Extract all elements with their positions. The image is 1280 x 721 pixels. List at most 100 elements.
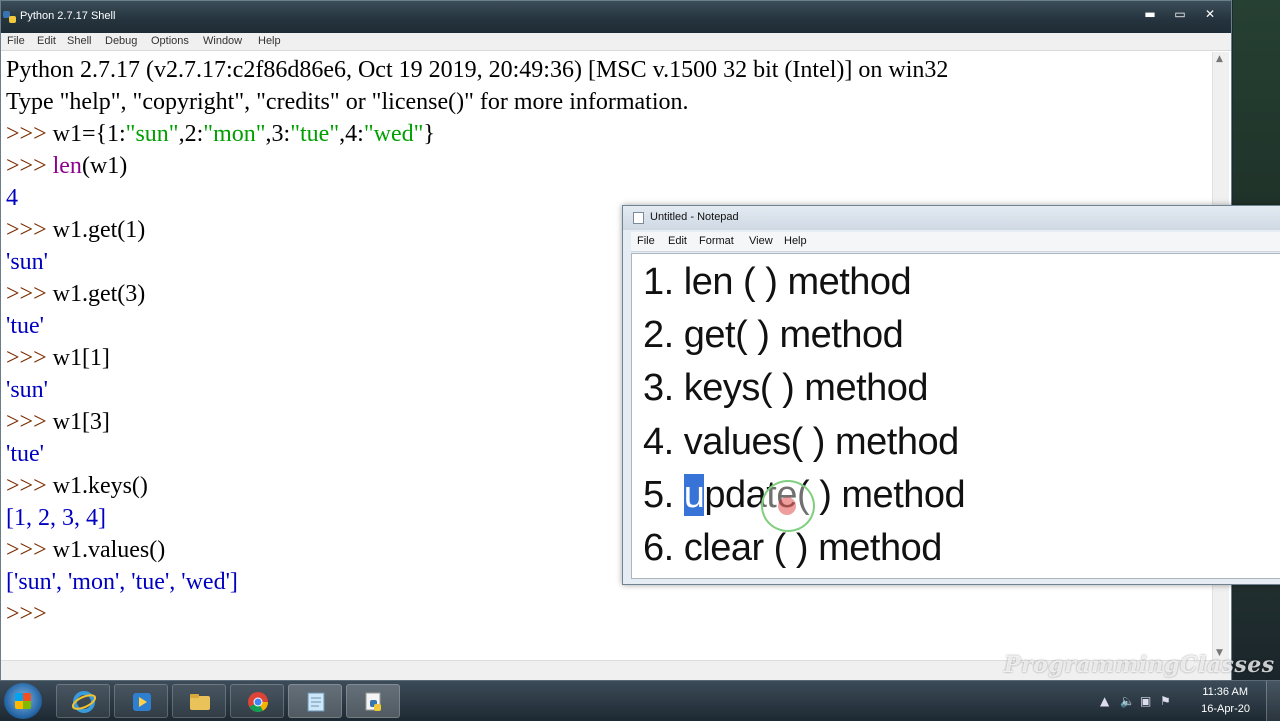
line-number: 5. (643, 474, 684, 516)
idle-window-title: Python 2.7.17 Shell (20, 10, 116, 22)
network-icon[interactable]: ▣ (1140, 694, 1151, 708)
prompt: >>> (6, 121, 53, 147)
clock-time[interactable]: 11:36 AM (1202, 686, 1248, 698)
volume-icon[interactable]: 🔈 (1120, 694, 1135, 708)
string: "sun" (125, 121, 179, 147)
prompt: >>> (6, 153, 53, 179)
shell-line-get3: >>> w1.get(3) (6, 279, 145, 309)
output-line: 4 (6, 185, 18, 211)
taskbar-chrome[interactable] (230, 684, 284, 718)
show-hidden-icons-icon[interactable]: ▲ (1100, 694, 1109, 708)
prompt: >>> (6, 473, 53, 499)
shell-line-index3: >>> w1[3] (6, 407, 110, 437)
prompt: >>> (6, 281, 53, 307)
clock-date[interactable]: 16-Apr-20 (1201, 703, 1250, 715)
line-text: pdate( ) method (704, 474, 966, 516)
code: w1.get(3) (52, 281, 146, 307)
notepad-titlebar[interactable]: Untitled - Notepad (623, 206, 1280, 230)
shell-line-index1: >>> w1[1] (6, 343, 110, 373)
windows-logo-icon (15, 693, 31, 709)
code: w1.keys() (52, 473, 148, 499)
banner-line-2: Type "help", "copyright", "credits" or "… (6, 89, 689, 115)
notepad-menu-format[interactable]: Format (699, 235, 734, 247)
builtin: len (52, 153, 82, 179)
taskbar-notepad[interactable] (288, 684, 342, 718)
taskbar-python-idle[interactable] (346, 684, 400, 718)
notepad-line: 2. get( ) method (643, 314, 904, 356)
active-prompt[interactable]: >>> (6, 599, 53, 629)
output-line: 'sun' (6, 377, 48, 403)
output-line: [1, 2, 3, 4] (6, 505, 106, 531)
code: w1={1: (52, 121, 126, 147)
mouse-click-indicator (778, 497, 796, 515)
code: } (423, 121, 435, 147)
python-app-icon (365, 692, 381, 711)
code: ,3: (265, 121, 291, 147)
code: w1.values() (52, 537, 166, 563)
shell-line-values: >>> w1.values() (6, 535, 165, 565)
show-desktop-button[interactable] (1266, 681, 1280, 721)
scroll-up-icon[interactable]: ▲ (1216, 54, 1223, 64)
menu-file[interactable]: File (7, 35, 25, 47)
menu-shell[interactable]: Shell (67, 35, 91, 47)
minimize-button[interactable]: ▬ (1135, 5, 1165, 23)
prompt: >>> (6, 409, 53, 435)
code: w1[3] (52, 409, 110, 435)
code: ,2: (178, 121, 204, 147)
menu-options[interactable]: Options (151, 35, 189, 47)
output-line: 'tue' (6, 441, 44, 467)
python-icon (3, 11, 16, 23)
notepad-icon (633, 212, 644, 224)
code: ,4: (339, 121, 364, 147)
output-line: 'tue' (6, 313, 44, 339)
idle-titlebar[interactable]: Python 2.7.17 Shell ▬ ▭ ✕ (1, 1, 1231, 33)
taskbar-file-explorer[interactable] (172, 684, 226, 718)
output-line: ['sun', 'mon', 'tue', 'wed'] (6, 569, 238, 595)
start-button[interactable] (4, 683, 42, 719)
shell-line-len: >>> len(w1) (6, 151, 127, 181)
string: "wed" (363, 121, 424, 147)
output-line: 'sun' (6, 249, 48, 275)
string: "tue" (290, 121, 340, 147)
shell-line-dict: >>> w1={1:"sun",2:"mon",3:"tue",4:"wed"} (6, 119, 435, 149)
taskbar-media-player[interactable] (114, 684, 168, 718)
notepad-menu-view[interactable]: View (749, 235, 773, 247)
idle-menubar: File Edit Shell Debug Options Window Hel… (1, 33, 1231, 51)
taskbar: ▲ 🔈 ▣ ⚑ 11:36 AM 16-Apr-20 (0, 680, 1280, 721)
notepad-text-area[interactable]: 1. len ( ) method 2. get( ) method 3. ke… (631, 253, 1280, 579)
menu-edit[interactable]: Edit (37, 35, 56, 47)
code: (w1) (81, 153, 128, 179)
folder-icon (190, 694, 210, 710)
notepad-window-title: Untitled - Notepad (650, 211, 739, 223)
code: w1.get(1) (52, 217, 146, 243)
maximize-button[interactable]: ▭ (1165, 5, 1195, 23)
media-player-icon (133, 693, 151, 711)
shell-line-get1: >>> w1.get(1) (6, 215, 145, 245)
notepad-menu-edit[interactable]: Edit (668, 235, 687, 247)
internet-explorer-icon (72, 691, 96, 713)
notepad-line: 4. values( ) method (643, 421, 959, 463)
prompt: >>> (6, 345, 53, 371)
notepad-line: 3. keys( ) method (643, 367, 929, 409)
menu-debug[interactable]: Debug (105, 35, 137, 47)
shell-line-keys: >>> w1.keys() (6, 471, 148, 501)
code: w1[1] (52, 345, 110, 371)
banner-line-1: Python 2.7.17 (v2.7.17:c2f86d86e6, Oct 1… (6, 57, 949, 83)
notepad-menu-file[interactable]: File (637, 235, 655, 247)
taskbar-internet-explorer[interactable] (56, 684, 110, 718)
system-tray: ▲ 🔈 ▣ ⚑ 11:36 AM 16-Apr-20 (1090, 681, 1280, 721)
notepad-menu-help[interactable]: Help (784, 235, 807, 247)
notepad-app-icon (307, 692, 325, 712)
close-button[interactable]: ✕ (1195, 5, 1225, 23)
chrome-icon (248, 692, 269, 713)
action-center-icon[interactable]: ⚑ (1160, 694, 1171, 708)
notepad-menubar: File Edit Format View Help (631, 232, 1280, 252)
watermark: ProgrammingClasses (1004, 652, 1275, 678)
prompt: >>> (6, 217, 53, 243)
notepad-line: 6. clear ( ) method (643, 527, 942, 569)
menu-help[interactable]: Help (258, 35, 281, 47)
notepad-window[interactable]: Untitled - Notepad File Edit Format View… (622, 205, 1280, 585)
menu-window[interactable]: Window (203, 35, 242, 47)
text-selection: u (683, 474, 705, 516)
string: "mon" (203, 121, 266, 147)
